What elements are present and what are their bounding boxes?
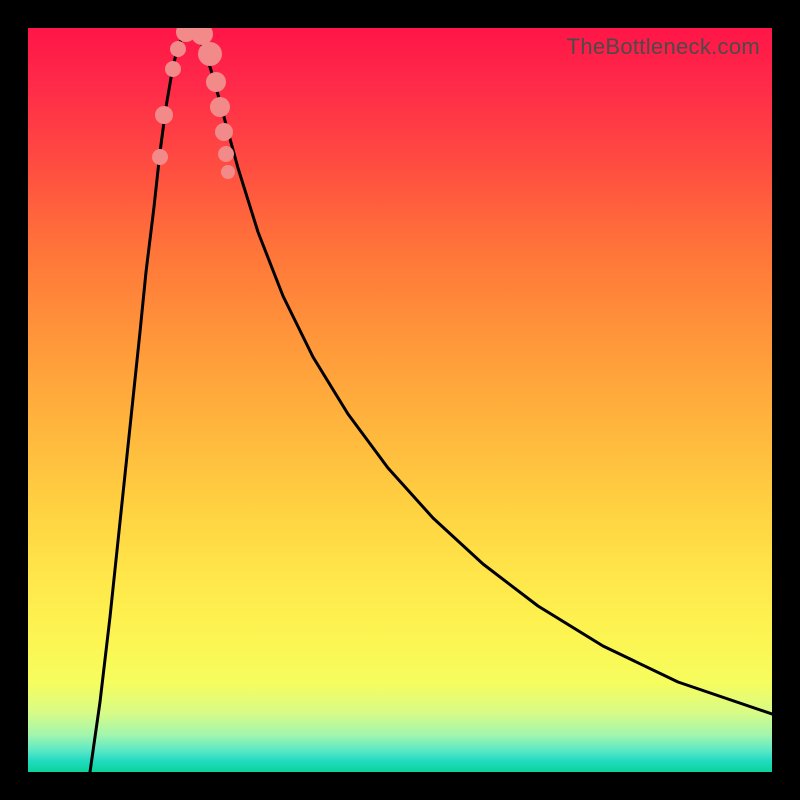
data-marker xyxy=(170,41,186,57)
chart-frame: TheBottleneck.com xyxy=(0,0,800,800)
chart-svg xyxy=(28,28,772,772)
data-marker xyxy=(165,61,181,77)
data-marker xyxy=(215,123,233,141)
data-marker xyxy=(206,72,226,92)
bottleneck-curve xyxy=(90,28,772,772)
data-marker xyxy=(198,42,222,66)
data-marker xyxy=(221,165,235,179)
plot-area: TheBottleneck.com xyxy=(28,28,772,772)
data-marker xyxy=(218,146,234,162)
data-marker xyxy=(210,97,230,117)
data-marker xyxy=(152,149,168,165)
watermark-text: TheBottleneck.com xyxy=(567,34,760,60)
data-marker xyxy=(155,106,173,124)
